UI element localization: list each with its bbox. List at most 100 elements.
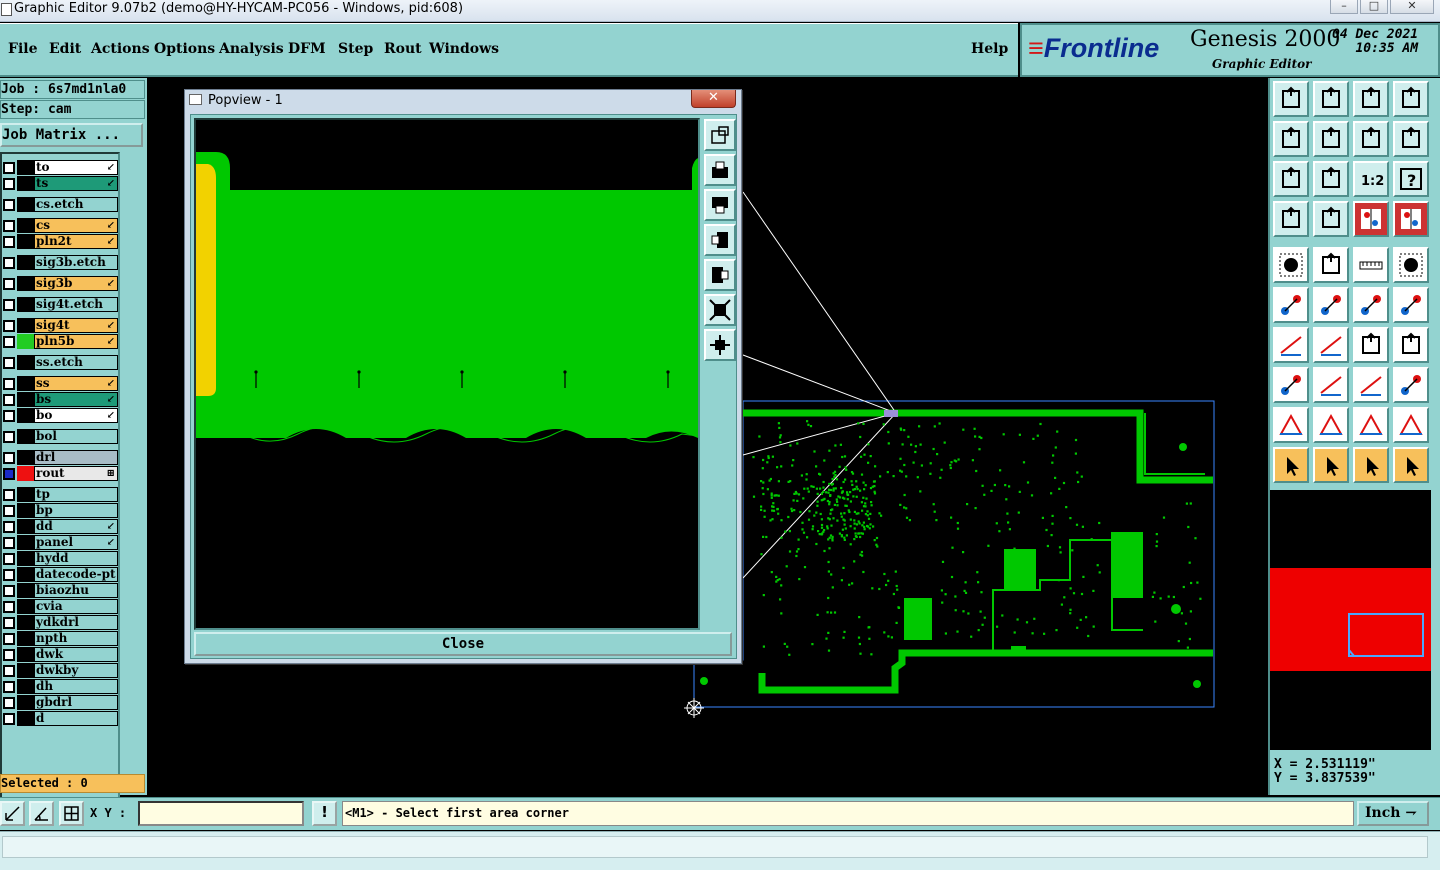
- layer-name[interactable]: d: [34, 711, 118, 726]
- layer-row[interactable]: d: [2, 711, 120, 726]
- layer-affected-swatch[interactable]: [17, 160, 34, 175]
- maximize-button[interactable]: □: [1360, 0, 1388, 14]
- layer-row[interactable]: ss ↙: [2, 376, 120, 391]
- layer-name[interactable]: dwk: [34, 647, 118, 662]
- draw-diagonal-tool-button[interactable]: [1313, 327, 1349, 363]
- add-dot-tool-button[interactable]: [1393, 247, 1429, 283]
- layer-checkbox[interactable]: [3, 665, 15, 677]
- connect-tool-button[interactable]: [1353, 287, 1389, 323]
- layer-row[interactable]: dh: [2, 679, 120, 694]
- layer-checkbox[interactable]: [3, 681, 15, 693]
- net-select-tool-button[interactable]: [1353, 201, 1389, 237]
- popview-canvas[interactable]: [194, 118, 700, 630]
- layer-affected-swatch[interactable]: [17, 218, 34, 233]
- layer-row[interactable]: sig4t ↙: [2, 318, 120, 333]
- layer-checkbox[interactable]: [3, 553, 15, 565]
- layer-row[interactable]: dwkby: [2, 663, 120, 678]
- warning-button[interactable]: !: [312, 801, 337, 826]
- bridge-2-tool-button[interactable]: [1393, 407, 1429, 443]
- layer-affected-swatch[interactable]: [17, 376, 34, 391]
- layer-checkbox[interactable]: [3, 713, 15, 725]
- route-select-tool-button[interactable]: [1393, 447, 1429, 483]
- layer-checkbox[interactable]: [3, 521, 15, 533]
- layer-name[interactable]: npth: [34, 631, 118, 646]
- layer-affected-swatch[interactable]: [17, 535, 34, 550]
- layer-row[interactable]: hydd: [2, 551, 120, 566]
- layer-affected-swatch[interactable]: [17, 255, 34, 270]
- home-view-tool-button[interactable]: [1353, 81, 1389, 117]
- help-tool-button[interactable]: ?: [1393, 161, 1429, 197]
- xy-input[interactable]: [138, 801, 304, 826]
- zoom-in-tool-button[interactable]: [1313, 161, 1349, 197]
- layer-checkbox[interactable]: [3, 585, 15, 597]
- snap-mode-button[interactable]: [0, 801, 25, 826]
- flip-tool-button[interactable]: [1353, 121, 1389, 157]
- layer-checkbox[interactable]: [3, 601, 15, 613]
- layer-row[interactable]: biaozhu: [2, 583, 120, 598]
- layer-row[interactable]: ydkdrl: [2, 615, 120, 630]
- layer-affected-swatch[interactable]: [17, 663, 34, 678]
- zoom-fit-tool-button[interactable]: [1393, 81, 1429, 117]
- add-line-tool-button[interactable]: [1313, 247, 1349, 283]
- job-matrix-button[interactable]: Job Matrix ...: [0, 123, 143, 147]
- layer-row[interactable]: bol: [2, 429, 120, 444]
- layer-affected-swatch[interactable]: [17, 583, 34, 598]
- layer-checkbox[interactable]: [3, 505, 15, 517]
- pan-right-tool-button[interactable]: [1313, 121, 1349, 157]
- layer-checkbox[interactable]: [3, 537, 15, 549]
- layer-name[interactable]: dwkby: [34, 663, 118, 678]
- layer-row[interactable]: pln5b ↙: [2, 334, 120, 349]
- measure-mode-button[interactable]: [29, 801, 54, 826]
- select-arrow-3-tool-button[interactable]: [1353, 447, 1389, 483]
- add-pad-tool-button[interactable]: [1273, 247, 1309, 283]
- snap-center-tool-button[interactable]: [1313, 287, 1349, 323]
- layer-name[interactable]: sig3b ↙: [34, 276, 118, 291]
- triangle-add-tool-button[interactable]: [1273, 407, 1309, 443]
- layer-affected-swatch[interactable]: [17, 519, 34, 534]
- layer-affected-swatch[interactable]: [17, 647, 34, 662]
- menu-options[interactable]: Options: [154, 41, 215, 57]
- layer-row[interactable]: tp: [2, 487, 120, 502]
- popview-close-button[interactable]: Close: [194, 632, 732, 656]
- window-close-button[interactable]: ✕: [1390, 0, 1434, 14]
- layer-name[interactable]: bp: [34, 503, 118, 518]
- layer-checkbox[interactable]: [3, 431, 15, 443]
- menu-help[interactable]: Help: [971, 41, 1008, 57]
- layer-name[interactable]: ydkdrl: [34, 615, 118, 630]
- layer-affected-swatch[interactable]: [17, 334, 34, 349]
- layer-affected-swatch[interactable]: [17, 466, 34, 481]
- layer-checkbox[interactable]: [3, 236, 15, 248]
- layer-affected-swatch[interactable]: [17, 695, 34, 710]
- layer-affected-swatch[interactable]: [17, 503, 34, 518]
- layer-checkbox[interactable]: [3, 489, 15, 501]
- layer-affected-swatch[interactable]: [17, 392, 34, 407]
- layer-checkbox[interactable]: [3, 278, 15, 290]
- layer-checkbox[interactable]: [3, 394, 15, 406]
- layer-name[interactable]: pln2t ↙: [34, 234, 118, 249]
- layer-checkbox[interactable]: [3, 257, 15, 269]
- menu-actions[interactable]: Actions: [91, 41, 150, 57]
- pad-move-tool-button[interactable]: [1273, 367, 1309, 403]
- zoom-home-tool-button[interactable]: [1273, 81, 1309, 117]
- layer-checkbox[interactable]: [3, 633, 15, 645]
- layer-row[interactable]: bp: [2, 503, 120, 518]
- layer-affected-swatch[interactable]: [17, 615, 34, 630]
- layer-name[interactable]: ts ↙: [34, 176, 118, 191]
- popview-pan-up-button[interactable]: [704, 154, 736, 186]
- layer-name[interactable]: pln5b ↙: [34, 334, 118, 349]
- popview-zoom-out-button[interactable]: [704, 294, 736, 326]
- layer-name[interactable]: datecode-pt: [34, 567, 118, 582]
- grid-mode-button[interactable]: [59, 801, 84, 826]
- layer-name[interactable]: ss ↙: [34, 376, 118, 391]
- layer-name[interactable]: cs.etch: [34, 197, 118, 212]
- layer-name[interactable]: tp: [34, 487, 118, 502]
- layer-checkbox[interactable]: [3, 178, 15, 190]
- layer-name[interactable]: dh: [34, 679, 118, 694]
- layer-affected-swatch[interactable]: [17, 551, 34, 566]
- layer-row[interactable]: cs.etch: [2, 197, 120, 212]
- tools-tool-button[interactable]: [1273, 201, 1309, 237]
- zoom-down-tool-button[interactable]: [1313, 81, 1349, 117]
- layer-affected-swatch[interactable]: [17, 679, 34, 694]
- layer-row[interactable]: sig3b ↙: [2, 276, 120, 291]
- menu-dfm[interactable]: DFM: [288, 41, 326, 57]
